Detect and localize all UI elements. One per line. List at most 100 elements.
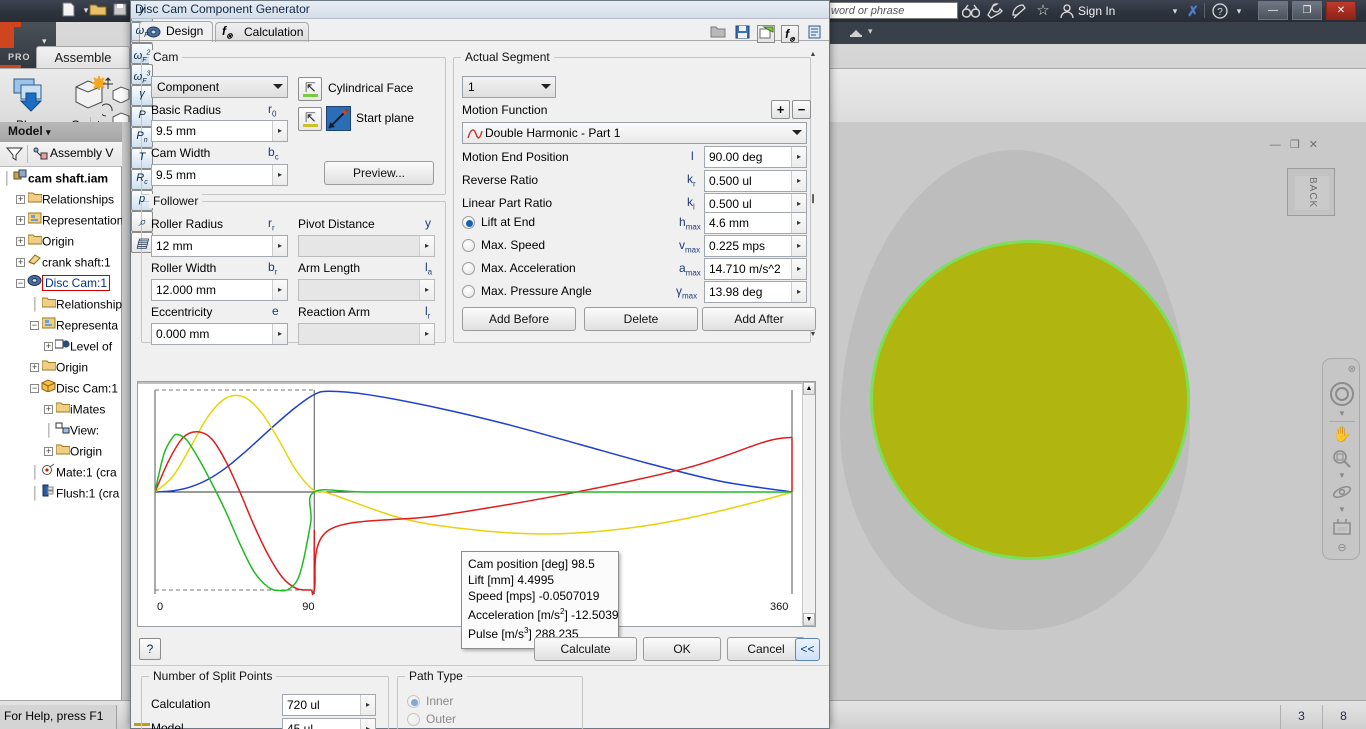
spinner-icon[interactable]: ▸ [791, 282, 806, 302]
spinner-icon[interactable]: ▸ [791, 171, 806, 191]
tree-item[interactable]: + Relationships [0, 189, 122, 210]
basic-radius-input[interactable]: 9.5 mm ▸ [151, 120, 288, 142]
tree-item[interactable]: + Origin [0, 441, 122, 462]
chevron-down-icon[interactable]: ▼ [1323, 505, 1361, 514]
cam-face-highlight[interactable] [870, 240, 1190, 560]
move-component-button[interactable] [102, 77, 130, 106]
split-calculation-input[interactable]: 720 ul ▸ [282, 694, 376, 716]
radio-max-speed[interactable] [462, 239, 475, 252]
radio-path-inner[interactable] [407, 695, 420, 708]
collapse-icon[interactable]: − [16, 279, 25, 289]
binoculars-icon[interactable] [960, 1, 982, 24]
add-before-button[interactable]: Add Before [462, 307, 576, 331]
split-model-input[interactable]: 45 ul ▸ [282, 718, 376, 729]
close-button[interactable]: ✕ [1326, 1, 1356, 20]
open-folder-icon[interactable] [88, 2, 108, 20]
star-icon[interactable]: ☆ [1032, 1, 1054, 21]
cam-width-input[interactable]: 9.5 mm ▸ [151, 164, 288, 186]
spinner-icon[interactable]: ▸ [272, 280, 287, 300]
radio-max-acceleration[interactable] [462, 262, 475, 275]
segment-scroll-up-icon[interactable]: ▲ [806, 51, 820, 59]
tree-item[interactable]: + Origin [0, 231, 122, 252]
spinner-icon[interactable]: ▸ [360, 695, 375, 715]
expand-icon[interactable]: + [30, 363, 39, 373]
tab-calculation[interactable]: f⊗ Calculation [215, 22, 309, 42]
chevron-down-icon[interactable]: ▾ [46, 127, 51, 137]
view-cube[interactable]: BACK [1287, 168, 1335, 216]
search-input[interactable]: word or phrase [828, 2, 958, 19]
notes-icon[interactable] [805, 25, 823, 43]
pan-hand-icon[interactable]: ✋ [1323, 425, 1361, 443]
expand-icon[interactable]: + [16, 258, 25, 268]
ok-button[interactable]: OK [643, 637, 721, 661]
spinner-icon[interactable]: ▸ [791, 236, 806, 256]
cylindrical-face-select-button[interactable]: ⇱ [298, 77, 322, 101]
remove-segment-button[interactable]: − [792, 100, 811, 119]
add-segment-button[interactable]: + [771, 100, 790, 119]
expand-icon[interactable]: + [16, 237, 25, 247]
tree-item[interactable]: + Origin [0, 357, 122, 378]
cam-source-select[interactable]: Component [151, 76, 288, 98]
chevron-down-icon[interactable]: ▼ [1323, 409, 1361, 418]
sign-in-link[interactable]: Sign In [1078, 1, 1115, 21]
spinner-icon[interactable]: ▸ [791, 213, 806, 233]
export-icon[interactable] [757, 25, 775, 43]
tree-item[interactable]: │ Flush:1 (cra [0, 483, 122, 504]
tree-item[interactable]: − Disc Cam:1 [0, 273, 122, 294]
cancel-button[interactable]: Cancel [727, 637, 805, 661]
expand-icon[interactable]: + [16, 216, 25, 226]
orbit-icon[interactable] [1323, 481, 1361, 506]
tab-design[interactable]: Design [139, 21, 213, 42]
tree-item[interactable]: + Representation [0, 210, 122, 231]
spinner-icon[interactable]: ▸ [419, 324, 434, 344]
chevron-down-icon[interactable]: ▾ [868, 26, 873, 37]
roller-radius-input[interactable]: 12 mm ▸ [151, 235, 288, 257]
chevron-down-icon[interactable]: ▾ [1232, 1, 1246, 21]
segment-scroll-down-icon[interactable]: ▼ [806, 331, 820, 339]
tree-item[interactable]: │ Relationship [0, 294, 122, 315]
appearance-dropdown[interactable] [848, 25, 866, 42]
browser-header[interactable]: Model ▾ [0, 122, 122, 142]
spinner-icon[interactable]: ▸ [791, 194, 806, 214]
spinner-icon[interactable]: ▸ [791, 147, 806, 167]
tree-item[interactable]: + crank shaft:1 [0, 252, 122, 273]
collapse-icon[interactable]: − [30, 384, 39, 394]
fx-icon[interactable]: f⊗ [781, 25, 799, 43]
start-plane-select-button[interactable]: ⇱ [298, 107, 322, 131]
calculate-button[interactable]: Calculate [534, 637, 637, 661]
arm-length-input[interactable]: ▸ [298, 279, 435, 301]
spinner-icon[interactable]: ▸ [419, 236, 434, 256]
add-after-button[interactable]: Add After [702, 307, 816, 331]
lift-at-end-input[interactable]: 4.6 mm ▸ [704, 212, 807, 234]
radio-max-pressure-angle[interactable] [462, 285, 475, 298]
viewport-window-controls[interactable]: — ❐ ✕ [1270, 138, 1318, 151]
spinner-icon[interactable]: ▸ [791, 259, 806, 279]
tree-item[interactable]: − Disc Cam:1 [0, 378, 122, 399]
max-speed-input[interactable]: 0.225 mps ▸ [704, 235, 807, 257]
tree-item[interactable]: │ cam shaft.iam [0, 168, 122, 189]
chevron-down-icon[interactable]: ▼ [1323, 471, 1361, 480]
reverse-ratio-input[interactable]: 0.500 ul ▸ [704, 170, 807, 192]
start-plane-icon[interactable] [326, 106, 351, 131]
save-icon[interactable] [110, 2, 130, 20]
radio-lift-at-end[interactable] [462, 216, 475, 229]
tree-item[interactable]: │ View: [0, 420, 122, 441]
radio-path-outer[interactable] [407, 713, 420, 726]
tree-item[interactable]: − Representa [0, 315, 122, 336]
tree-item[interactable]: │ Mate:1 (cra [0, 462, 122, 483]
chart-vertical-scrollbar[interactable]: ▲ ▼ [802, 382, 815, 626]
spinner-icon[interactable]: ▸ [272, 324, 287, 344]
minimize-icon[interactable]: — [1270, 139, 1281, 151]
tree-item[interactable]: + Level of [0, 336, 122, 357]
chevron-down-icon[interactable]: ▾ [1168, 1, 1182, 21]
expand-icon[interactable]: + [44, 447, 53, 457]
collapse-icon[interactable]: − [30, 321, 39, 331]
maximize-button[interactable]: ❐ [1292, 1, 1322, 20]
reaction-arm-input[interactable]: ▸ [298, 323, 435, 345]
eccentricity-input[interactable]: 0.000 mm ▸ [151, 323, 288, 345]
camera-icon[interactable] [1323, 517, 1361, 540]
motion-function-select[interactable]: Double Harmonic - Part 1 [462, 122, 807, 144]
delete-segment-button[interactable]: Delete [584, 307, 698, 331]
new-file-icon[interactable] [58, 2, 78, 20]
close-small-icon[interactable]: ⊗ [1323, 364, 1361, 375]
